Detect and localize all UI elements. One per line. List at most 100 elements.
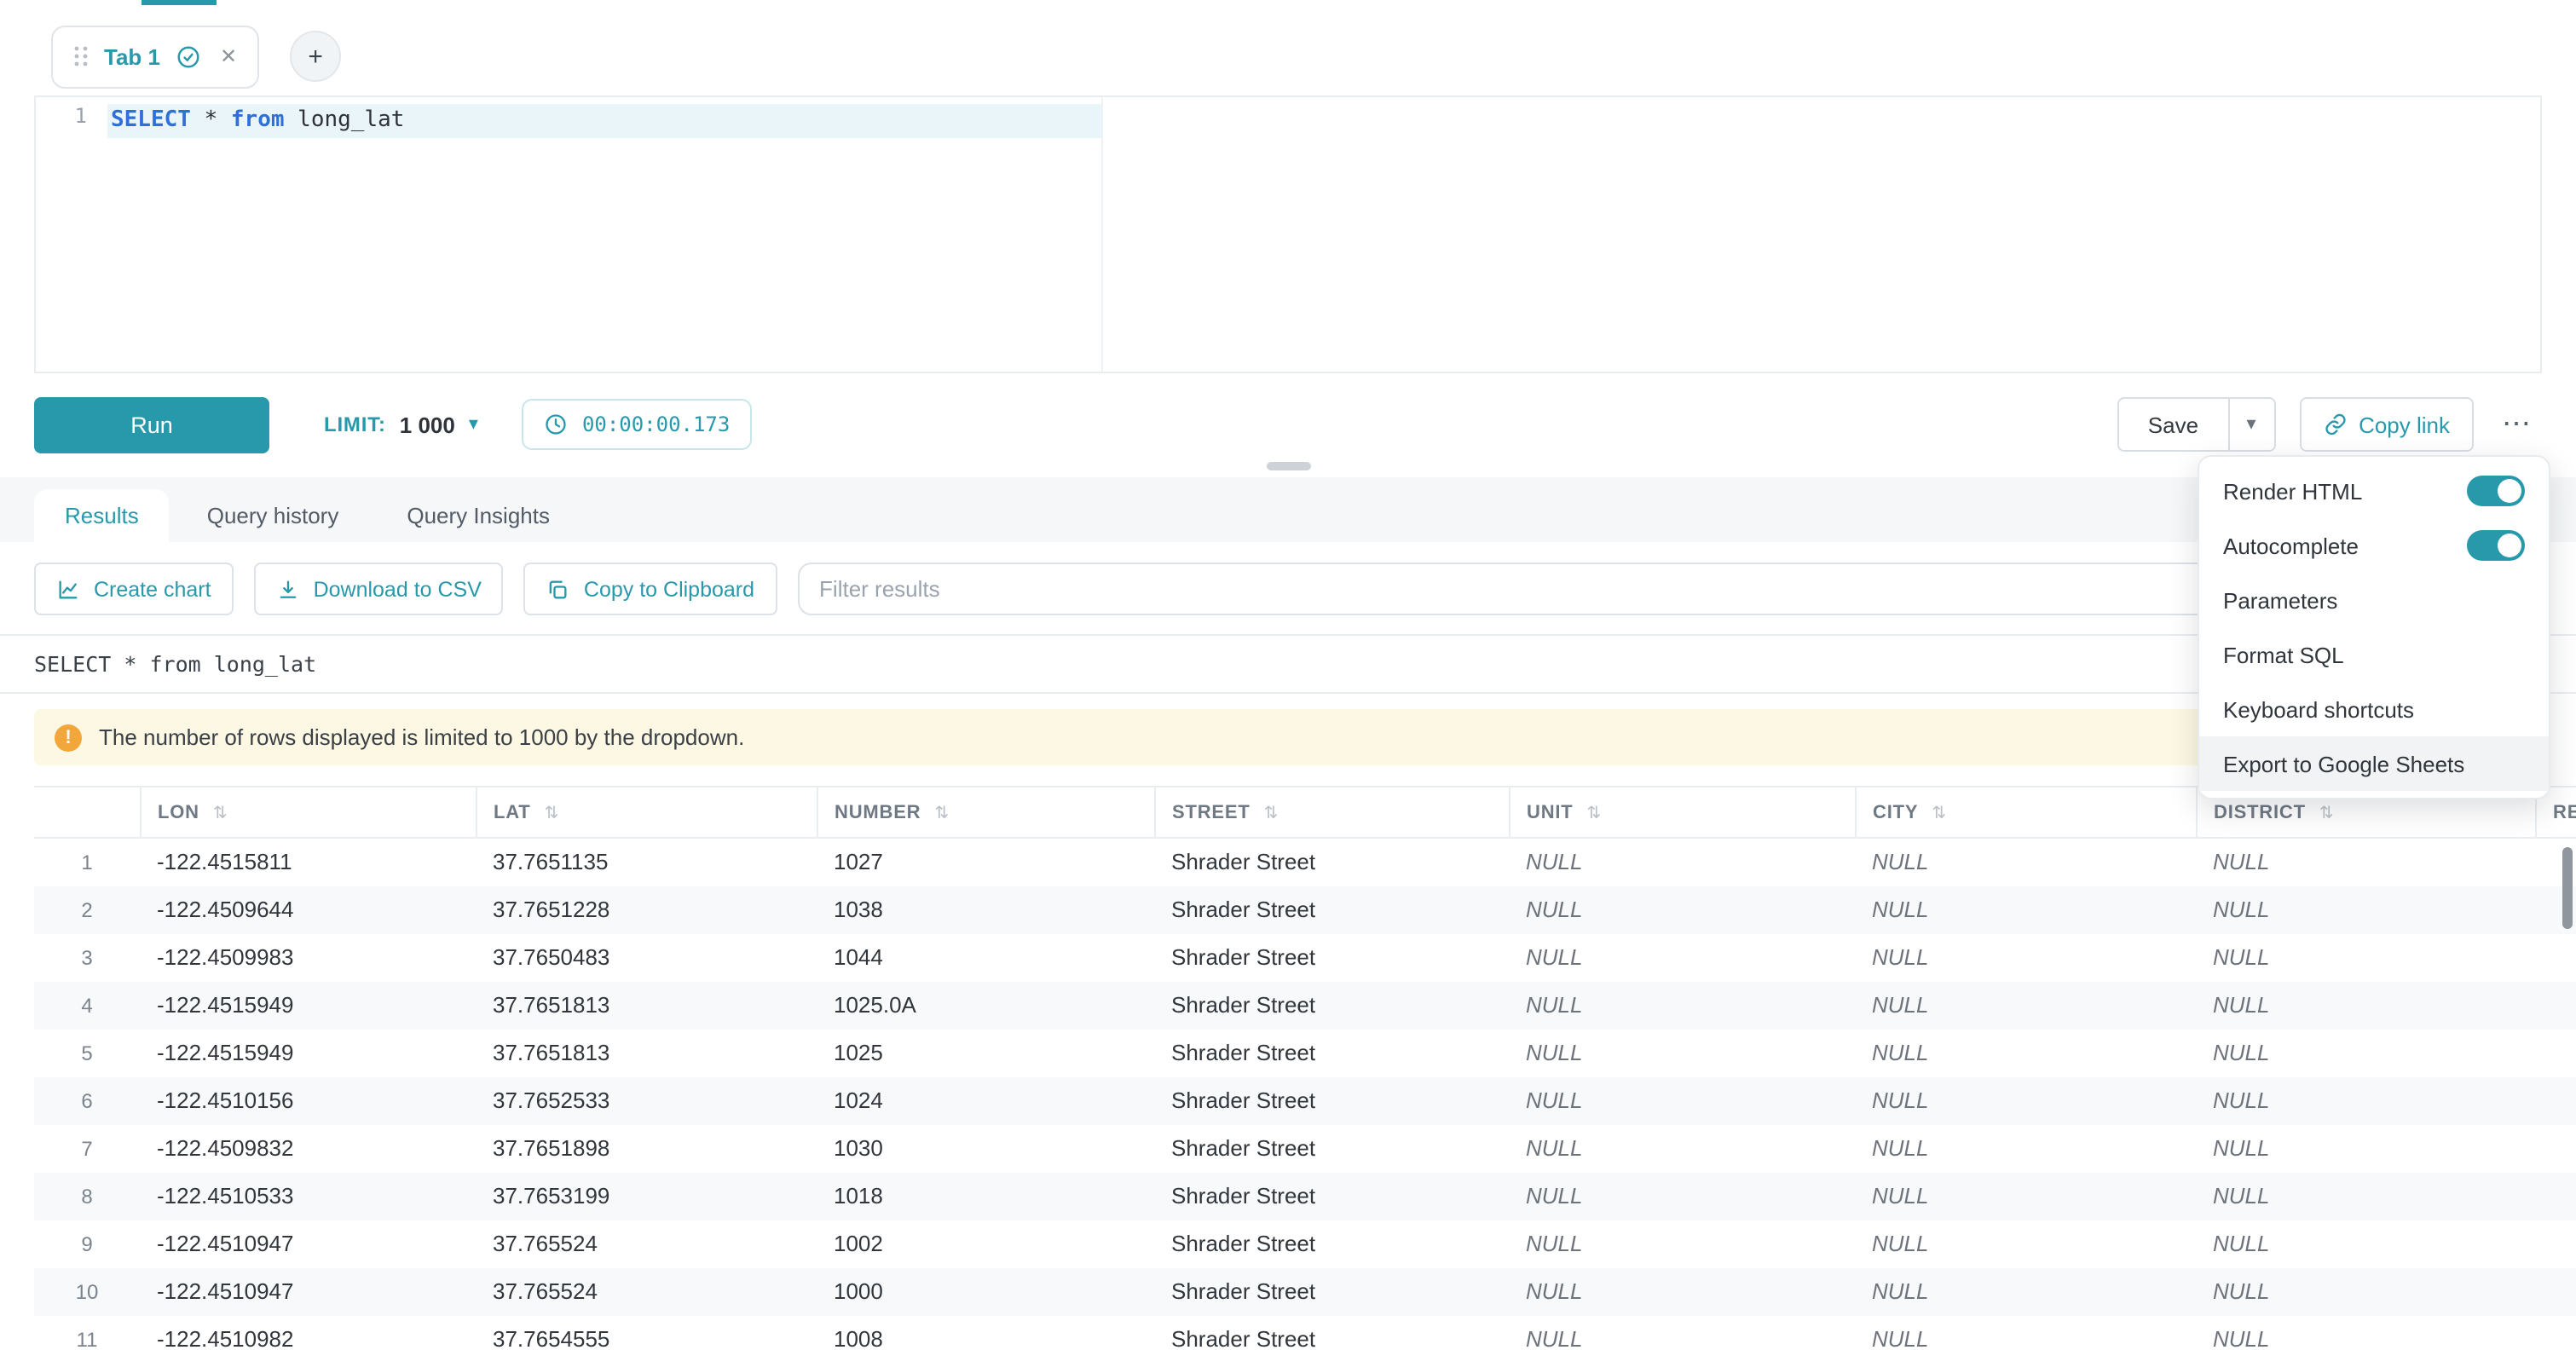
table-cell: Shrader Street	[1154, 1220, 1509, 1267]
limit-value: 1 000	[400, 412, 455, 437]
table-cell: NULL	[1855, 933, 2196, 981]
table-cell: Shrader Street	[1154, 1172, 1509, 1220]
menu-item-keyboard-shortcuts[interactable]: Keyboard shortcuts	[2199, 682, 2549, 736]
menu-item-label: Format SQL	[2223, 642, 2344, 667]
table-row: 7-122.450983237.76518981030Shrader Stree…	[34, 1124, 2576, 1172]
column-header-lat[interactable]: LAT⇅	[476, 787, 817, 838]
row-number: 1	[34, 838, 140, 886]
menu-item-label: Parameters	[2223, 587, 2337, 613]
table-row: 8-122.451053337.76531991018Shrader Stree…	[34, 1172, 2576, 1220]
row-number: 8	[34, 1172, 140, 1220]
column-header-number[interactable]: NUMBER⇅	[817, 787, 1154, 838]
toolbar-right-group: Save ▾ Copy link ⋯	[2117, 397, 2542, 452]
table-cell: 37.765524	[476, 1267, 817, 1315]
table-cell: NULL	[2196, 1029, 2535, 1076]
autocomplete-toggle[interactable]	[2467, 530, 2525, 561]
scrollbar-thumb[interactable]	[2562, 847, 2573, 929]
table-cell: -122.4510156	[140, 1076, 476, 1124]
column-header-street[interactable]: STREET⇅	[1154, 787, 1509, 838]
column-label: RE	[2553, 802, 2576, 822]
query-timer: 00:00:00.173	[523, 399, 752, 450]
table-cell: NULL	[1509, 1124, 1855, 1172]
query-tab[interactable]: Tab 1 ✕	[51, 25, 259, 88]
table-row: 11-122.451098237.76545551008Shrader Stre…	[34, 1315, 2576, 1350]
table-cell: -122.4509832	[140, 1124, 476, 1172]
column-header-lon[interactable]: LON⇅	[140, 787, 476, 838]
table-cell: NULL	[1855, 1172, 2196, 1220]
column-label: UNIT	[1527, 802, 1574, 822]
clock-icon	[545, 412, 569, 436]
run-button[interactable]: Run	[34, 396, 269, 453]
table-cell: NULL	[2196, 981, 2535, 1029]
banner-text: The number of rows displayed is limited …	[99, 724, 744, 750]
limit-warning-banner: ! The number of rows displayed is limite…	[34, 709, 2542, 765]
create-chart-label: Create chart	[94, 577, 211, 601]
table-cell: NULL	[1855, 1029, 2196, 1076]
table-cell: -122.4510533	[140, 1172, 476, 1220]
table-cell: Shrader Street	[1154, 1267, 1509, 1315]
tab-query-history[interactable]: Query history	[176, 489, 370, 542]
table-cell: 37.7652533	[476, 1076, 817, 1124]
row-number: 4	[34, 981, 140, 1029]
column-header-unit[interactable]: UNIT⇅	[1509, 787, 1855, 838]
executed-query-display: SELECT * from long_lat	[0, 634, 2576, 694]
table-cell: NULL	[2196, 838, 2535, 886]
table-cell: -122.4510947	[140, 1220, 476, 1267]
close-tab-icon[interactable]: ✕	[220, 44, 237, 68]
create-chart-button[interactable]: Create chart	[34, 562, 234, 615]
menu-item-export-google-sheets[interactable]: Export to Google Sheets	[2199, 736, 2549, 791]
table-cell: NULL	[2196, 886, 2535, 933]
menu-item-render-html[interactable]: Render HTML	[2199, 464, 2549, 518]
save-button[interactable]: Save	[2117, 397, 2227, 452]
new-tab-button[interactable]: +	[290, 31, 341, 82]
top-accent-bar	[142, 0, 217, 5]
table-cell: NULL	[2196, 1315, 2535, 1350]
table-cell: NULL	[1509, 1267, 1855, 1315]
table-cell: -122.4510947	[140, 1267, 476, 1315]
copy-clipboard-button[interactable]: Copy to Clipboard	[524, 562, 777, 615]
line-number-gutter: 1	[36, 97, 107, 372]
table-cell: -122.4509983	[140, 933, 476, 981]
table-cell: NULL	[2196, 1172, 2535, 1220]
sql-editor[interactable]: 1 SELECT * from long_lat	[34, 95, 2542, 373]
copy-link-button[interactable]: Copy link	[2299, 397, 2474, 452]
save-options-button[interactable]: ▾	[2227, 397, 2275, 452]
table-cell: NULL	[1509, 1220, 1855, 1267]
tab-results[interactable]: Results	[34, 489, 170, 542]
table-row: 2-122.450964437.76512281038Shrader Stree…	[34, 886, 2576, 933]
copy-icon	[546, 577, 570, 601]
sort-icon: ⇅	[2319, 804, 2335, 822]
table-cell: NULL	[1509, 1076, 1855, 1124]
table-cell: 1025.0A	[817, 981, 1154, 1029]
chevron-down-icon: ▾	[469, 415, 478, 434]
tab-label: Tab 1	[104, 43, 160, 69]
row-number: 9	[34, 1220, 140, 1267]
menu-item-format-sql[interactable]: Format SQL	[2199, 627, 2549, 682]
limit-dropdown[interactable]: LIMIT: 1 000 ▾	[324, 412, 478, 437]
menu-item-autocomplete[interactable]: Autocomplete	[2199, 518, 2549, 573]
render-html-toggle[interactable]	[2467, 476, 2525, 506]
table-cell: Shrader Street	[1154, 1029, 1509, 1076]
editor-ruler-line	[1101, 97, 1103, 372]
drag-handle-icon	[73, 44, 89, 68]
table-cell: NULL	[1855, 838, 2196, 886]
editor-tab-bar: Tab 1 ✕ +	[0, 0, 2576, 95]
table-cell: 37.7654555	[476, 1315, 817, 1350]
sort-icon: ⇅	[213, 804, 228, 822]
check-circle-icon	[176, 43, 201, 69]
run-toolbar: Run LIMIT: 1 000 ▾ 00:00:00.173 Save ▾ C…	[34, 395, 2542, 453]
tab-query-insights[interactable]: Query Insights	[376, 489, 580, 542]
table-cell: 1024	[817, 1076, 1154, 1124]
editor-code-area[interactable]: SELECT * from long_lat	[107, 97, 2540, 372]
column-header-city[interactable]: CITY⇅	[1855, 787, 2196, 838]
menu-item-parameters[interactable]: Parameters	[2199, 573, 2549, 627]
vertical-scrollbar[interactable]	[2562, 847, 2573, 1347]
results-table-body: 1-122.451581137.76511351027Shrader Stree…	[34, 838, 2576, 1350]
chevron-down-icon: ▾	[2247, 413, 2256, 434]
download-csv-button[interactable]: Download to CSV	[254, 562, 504, 615]
table-cell: 37.7651898	[476, 1124, 817, 1172]
splitter-drag-handle[interactable]	[1266, 461, 1310, 470]
more-options-button[interactable]: ⋯	[2491, 397, 2542, 452]
table-cell: NULL	[1509, 1172, 1855, 1220]
row-number: 10	[34, 1267, 140, 1315]
